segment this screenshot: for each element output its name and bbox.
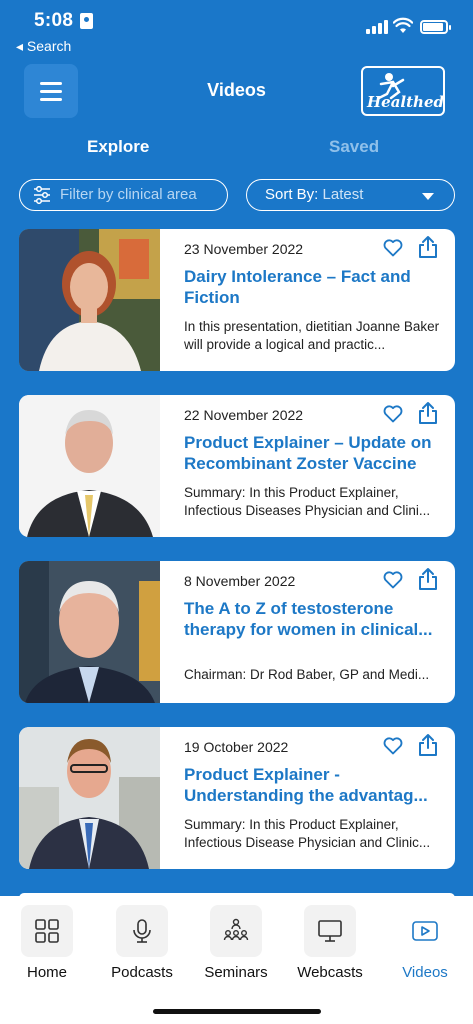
healthed-logo: Healthed: [361, 66, 445, 116]
video-title[interactable]: Product Explainer - Understanding the ad…: [184, 764, 446, 806]
nav-webcasts[interactable]: Webcasts: [290, 905, 370, 981]
monitor-icon: [318, 920, 342, 942]
share-icon[interactable]: [417, 401, 439, 425]
video-card[interactable]: 8 November 2022 The A to Z of testostero…: [19, 561, 455, 703]
video-thumbnail: [19, 395, 160, 537]
video-date: 22 November 2022: [184, 407, 304, 423]
video-card[interactable]: 22 November 2022 Product Explainer – Upd…: [19, 395, 455, 537]
heart-icon[interactable]: [383, 404, 403, 424]
video-thumbnail: [19, 561, 160, 703]
battery-icon: [420, 20, 451, 34]
share-icon[interactable]: [417, 567, 439, 591]
logo-text: Healthed: [367, 93, 444, 111]
bottom-nav: Home Podcasts Seminars Webcasts Videos: [0, 896, 473, 1024]
video-summary: Summary: In this Product Explainer, Infe…: [184, 817, 431, 850]
people-hierarchy-icon: [223, 918, 249, 941]
heart-icon[interactable]: [383, 238, 403, 258]
nav-videos[interactable]: Videos: [385, 905, 465, 981]
video-date: 23 November 2022: [184, 241, 304, 257]
video-summary: Chairman: Dr Rod Baber, GP and Medi...: [184, 667, 430, 682]
nav-label: Seminars: [204, 964, 268, 981]
heart-icon[interactable]: [383, 570, 403, 590]
nav-label: Podcasts: [111, 964, 173, 981]
video-date: 8 November 2022: [184, 573, 296, 589]
video-summary: In this presentation, dietitian Joanne B…: [184, 319, 440, 352]
wifi-icon: [393, 17, 413, 33]
filter-placeholder: Filter by clinical area: [60, 186, 197, 203]
home-indicator[interactable]: [153, 1009, 321, 1014]
nav-seminars[interactable]: Seminars: [196, 905, 276, 981]
play-icon: [412, 921, 438, 941]
video-title[interactable]: Dairy Intolerance – Fact and Fiction: [184, 266, 446, 308]
video-title[interactable]: The A to Z of testosterone therapy for w…: [184, 598, 446, 640]
status-time: 5:08: [34, 10, 74, 31]
tab-saved[interactable]: Saved: [329, 137, 379, 157]
video-summary: Summary: In this Product Explainer, Infe…: [184, 485, 431, 518]
chevron-down-icon: [422, 193, 434, 200]
sort-value: Latest: [322, 186, 364, 203]
sliders-icon: [34, 186, 50, 204]
share-icon[interactable]: [417, 733, 439, 757]
grid-icon: [35, 919, 59, 943]
back-to-search-link[interactable]: ◂ Search: [16, 38, 71, 55]
nav-home[interactable]: Home: [7, 905, 87, 981]
tab-explore[interactable]: Explore: [87, 137, 149, 157]
status-bar: 5:08 ◂ Search: [0, 0, 473, 58]
nav-label: Webcasts: [297, 964, 363, 981]
video-thumbnail: [19, 727, 160, 869]
share-icon[interactable]: [417, 235, 439, 259]
sort-label: Sort By:: [265, 186, 319, 203]
video-card[interactable]: 23 November 2022 Dairy Intolerance – Fac…: [19, 229, 455, 371]
filter-clinical-area-input[interactable]: Filter by clinical area: [19, 179, 228, 211]
signal-icon: [366, 20, 388, 34]
contact-badge-icon: [80, 13, 93, 29]
video-date: 19 October 2022: [184, 739, 289, 755]
heart-icon[interactable]: [383, 736, 403, 756]
nav-label: Home: [26, 964, 67, 981]
video-title[interactable]: Product Explainer – Update on Recombinan…: [184, 432, 446, 474]
nav-label: Videos: [402, 964, 448, 981]
nav-podcasts[interactable]: Podcasts: [102, 905, 182, 981]
sort-dropdown[interactable]: Sort By: Latest: [246, 179, 455, 211]
microphone-icon: [133, 919, 151, 943]
video-card[interactable]: 19 October 2022 Product Explainer - Unde…: [19, 727, 455, 869]
video-thumbnail: [19, 229, 160, 371]
